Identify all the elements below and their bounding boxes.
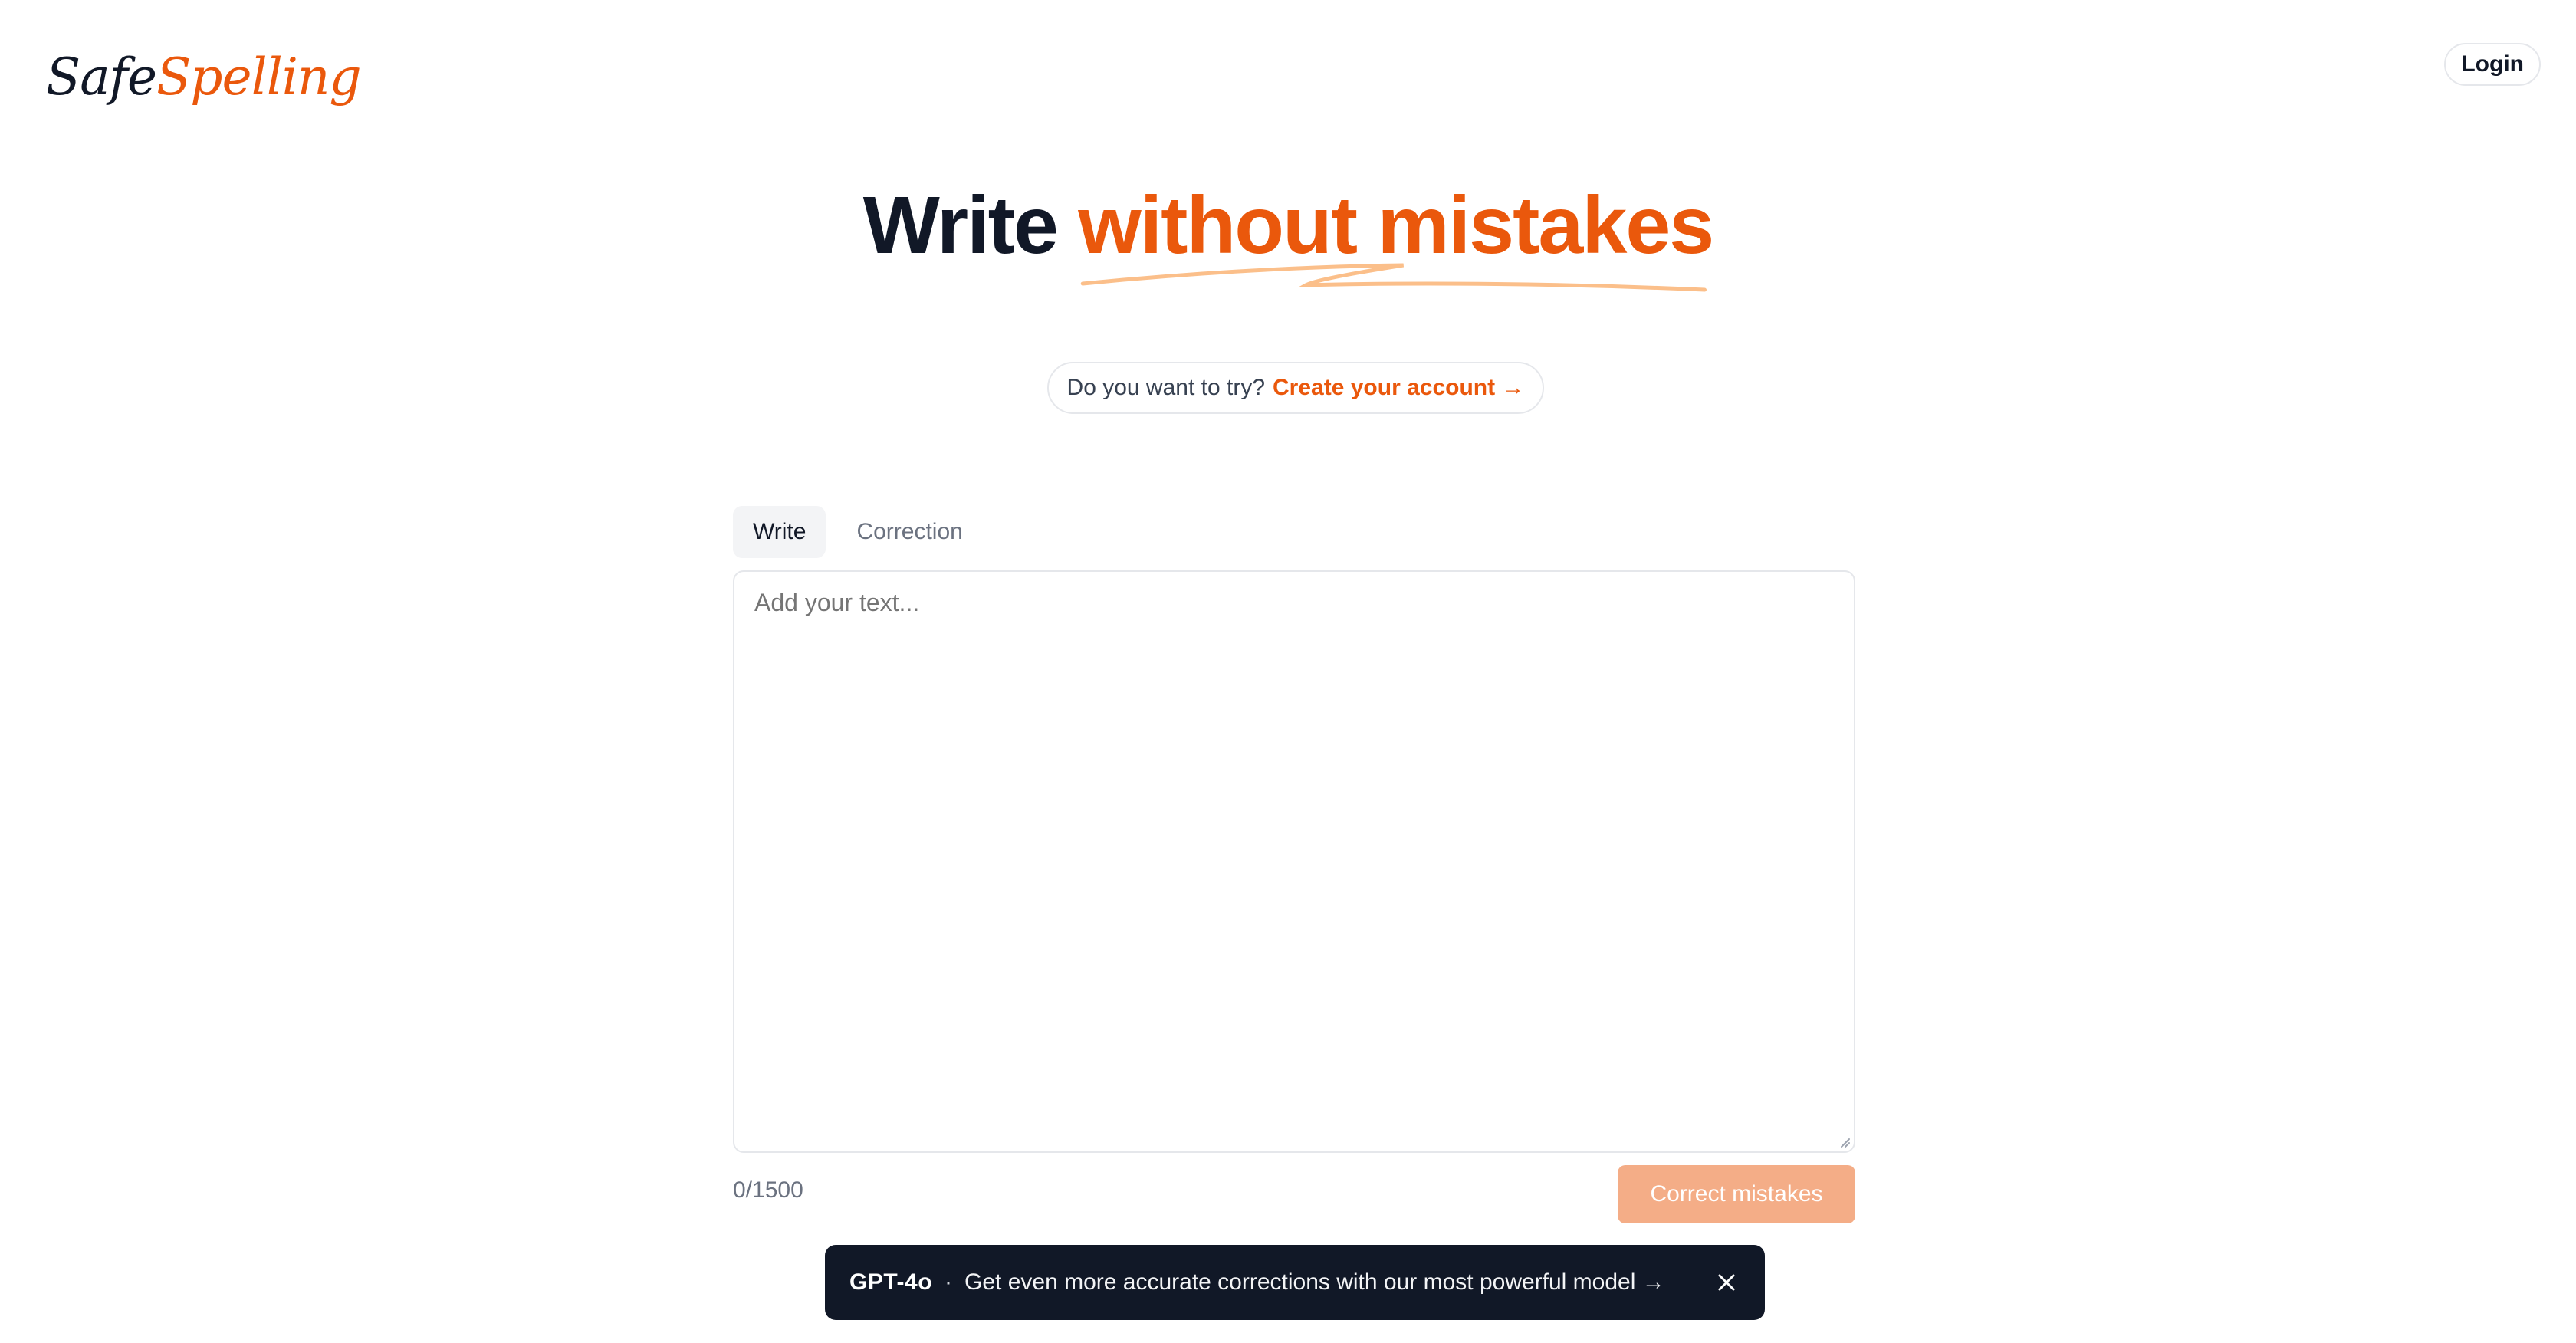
try-prompt: Do you want to try? [1066,375,1266,400]
create-account-link[interactable]: Create your account → [1273,375,1524,401]
model-name: GPT-4o [849,1269,933,1295]
text-input[interactable] [733,570,1855,1153]
close-icon[interactable] [1711,1267,1742,1298]
title-accent-wrap: without mistakes [1078,181,1714,292]
tab-write[interactable]: Write [733,506,826,558]
close-x-icon [1718,1274,1735,1291]
promo-link[interactable]: Get even more accurate corrections with … [964,1269,1665,1295]
try-banner: Do you want to try? Create your account … [1047,362,1544,414]
promo-banner: GPT-4o · Get even more accurate correcti… [825,1245,1765,1320]
page-title: Write without mistakes [0,180,2576,292]
resize-handle-icon[interactable] [1837,1134,1851,1148]
scribble-underline-icon [1080,263,1707,292]
character-counter: 0/1500 [733,1177,803,1203]
logo-safe-text: Safe [46,48,157,107]
correct-mistakes-button[interactable]: Correct mistakes [1618,1165,1855,1223]
tab-correction[interactable]: Correction [836,506,982,558]
login-button[interactable]: Login [2444,43,2541,86]
logo-spelling-text: Spelling [156,48,362,107]
page: Safe Spelling Login Write without mistake… [0,0,2576,1343]
logo[interactable]: Safe Spelling [46,26,362,107]
banner-separator: · [945,1269,953,1295]
title-plain: Write [863,180,1059,271]
editor-tabs: Write Correction [733,506,983,558]
